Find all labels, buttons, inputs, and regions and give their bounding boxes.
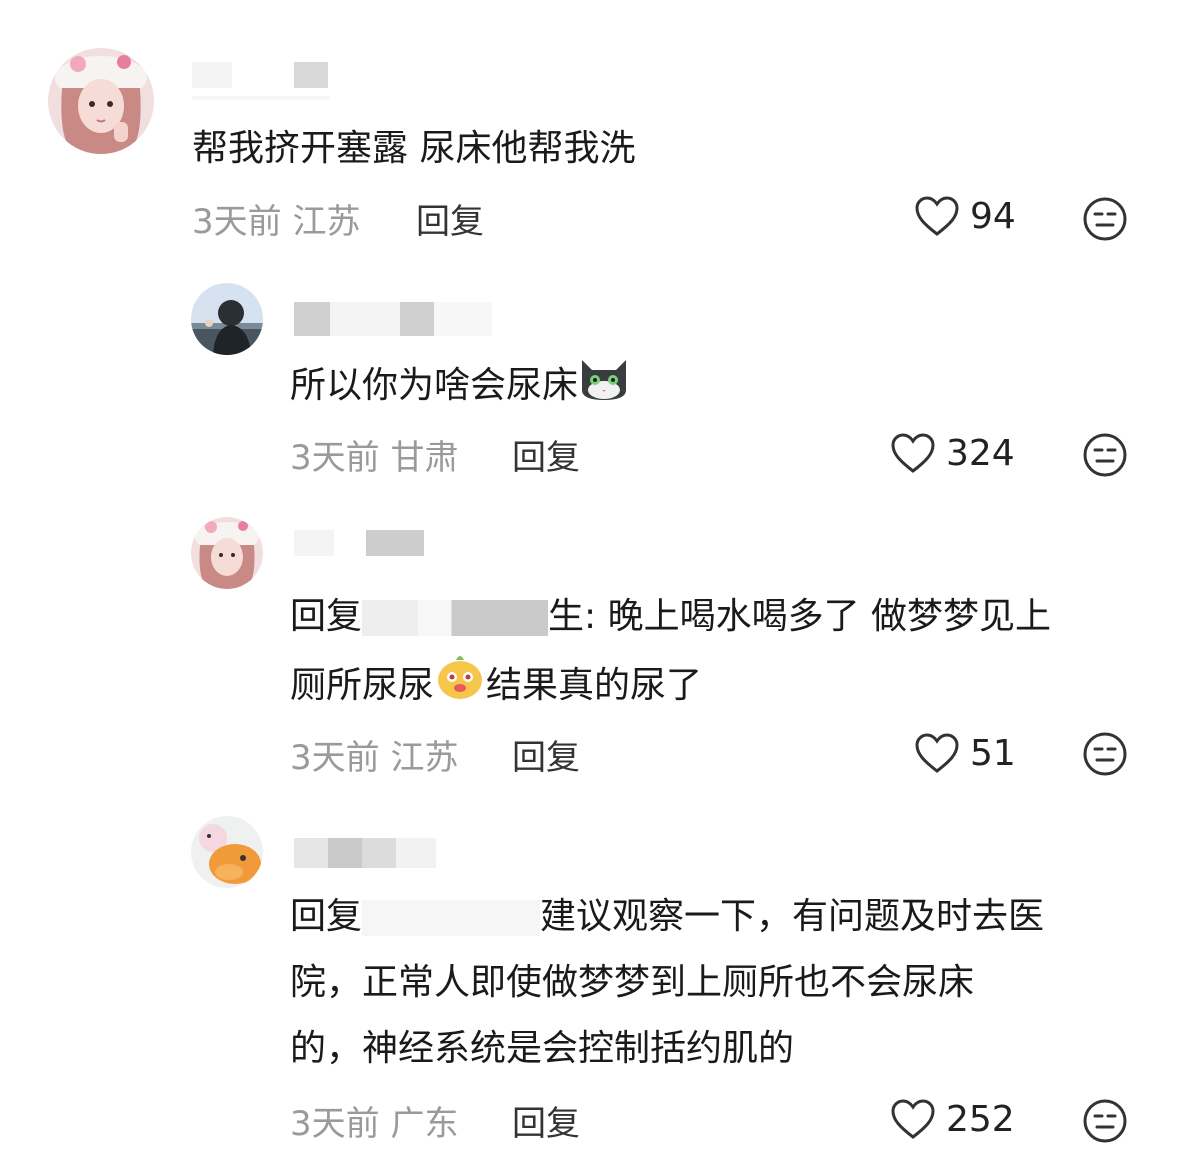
location: 广东 [390, 1104, 459, 1144]
username-redacted[interactable] [294, 530, 428, 556]
comment-meta: 3天前 甘肃 [290, 430, 458, 479]
avatar[interactable] [191, 283, 263, 355]
reply-button[interactable]: 回复 [512, 430, 580, 479]
comment-meta: 3天前 江苏 [290, 730, 458, 779]
timestamp: 3天前 [290, 738, 380, 778]
mention-redacted[interactable] [362, 900, 541, 936]
avatar[interactable] [191, 816, 263, 888]
neutral-face-icon[interactable] [1082, 196, 1128, 242]
comment-meta: 3天前 广东 [290, 1096, 458, 1145]
timestamp: 3天前 [192, 202, 282, 242]
comment-text: 回复 生: 晚上喝水喝多了 做梦梦见上 厕所尿尿 结果真的尿了 [290, 584, 1051, 724]
duck-emoji [434, 650, 486, 724]
like-count: 51 [970, 732, 1016, 774]
neutral-face-icon[interactable] [1082, 1098, 1128, 1144]
neutral-face-icon[interactable] [1082, 731, 1128, 777]
comment-text: 所以你为啥会尿床 [290, 350, 630, 424]
reply-prefix: 回复 [290, 596, 363, 637]
timestamp: 3天前 [290, 438, 380, 478]
avatar[interactable] [48, 48, 154, 154]
like-button[interactable]: 94 [914, 195, 1016, 237]
username-redacted[interactable] [294, 838, 494, 868]
like-count: 94 [970, 195, 1016, 237]
reply-button[interactable]: 回复 [512, 730, 580, 779]
reply-button[interactable]: 回复 [416, 194, 484, 243]
comment-text: 回复 建议观察一下，有问题及时去医 院，正常人即使做梦梦到上厕所也不会尿床 的，神… [290, 896, 1045, 1069]
timestamp: 3天前 [290, 1104, 380, 1144]
mention-redacted[interactable] [362, 600, 549, 636]
like-button[interactable]: 324 [890, 432, 1015, 474]
heart-outline-icon [915, 196, 959, 236]
username-redacted[interactable] [294, 302, 494, 336]
reply-button[interactable]: 回复 [512, 1096, 580, 1145]
avatar[interactable] [191, 517, 263, 589]
like-button[interactable]: 252 [890, 1098, 1015, 1140]
comment-text: 帮我挤开塞露 尿床他帮我洗 [192, 128, 636, 169]
comment-meta: 3天前 江苏 [192, 194, 360, 243]
cat-emoji [578, 350, 630, 424]
like-button[interactable]: 51 [914, 732, 1016, 774]
location: 江苏 [390, 738, 459, 778]
like-count: 252 [946, 1098, 1015, 1140]
heart-outline-icon [891, 1099, 935, 1139]
like-count: 324 [946, 432, 1015, 474]
location: 江苏 [292, 202, 361, 242]
reply-prefix: 回复 [290, 896, 363, 937]
location: 甘肃 [390, 438, 459, 478]
neutral-face-icon[interactable] [1082, 432, 1128, 478]
heart-outline-icon [891, 433, 935, 473]
heart-outline-icon [915, 733, 959, 773]
username-redacted[interactable] [192, 62, 330, 100]
